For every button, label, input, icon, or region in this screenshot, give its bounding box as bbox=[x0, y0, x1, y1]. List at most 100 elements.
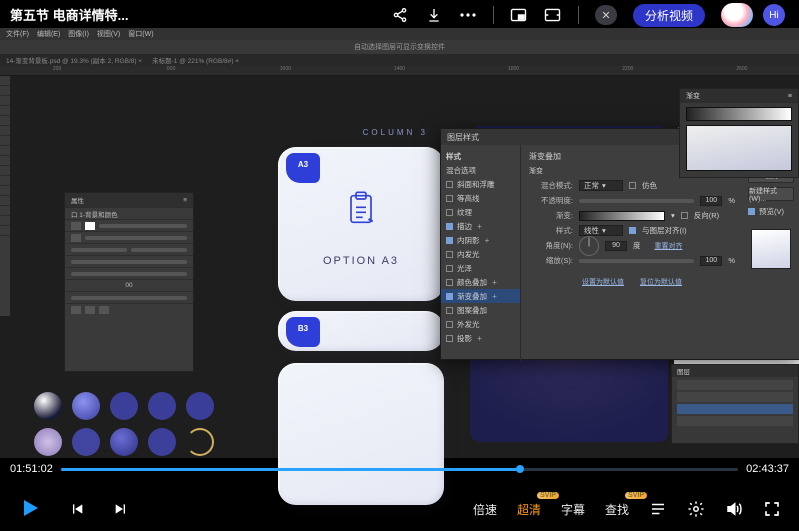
svip-badge: SVIP bbox=[625, 492, 647, 499]
preview-label: 预览(V) bbox=[759, 206, 784, 217]
reset-default: 复位为默认值 bbox=[640, 277, 682, 287]
style-list: 样式 混合选项 斜面和浮雕 等高线 纹理 描边+ 内阴影+ 内发光 光泽 颜色叠… bbox=[441, 145, 521, 361]
blend-select: 正常▾ bbox=[579, 180, 623, 191]
card-label: OPTION A3 bbox=[278, 255, 444, 267]
progress-fill bbox=[61, 468, 520, 471]
divider bbox=[493, 6, 494, 24]
gradient-preview bbox=[579, 211, 665, 221]
ps-tab: 14-渐变背景板.psd @ 19.3% (副本 2, RGB/8) × bbox=[6, 55, 142, 65]
panel-menu-icon: ≡ bbox=[183, 197, 187, 204]
gradient-preview-large bbox=[686, 125, 792, 171]
layer-item: 口 1-背景和颜色 bbox=[71, 209, 118, 219]
ps-menu-item: 编辑(E) bbox=[37, 29, 60, 39]
controls-left bbox=[18, 496, 130, 523]
style-item: 描边+ bbox=[441, 219, 520, 233]
divider bbox=[578, 6, 579, 24]
option-card-b3: B3 bbox=[278, 311, 444, 351]
swatch bbox=[34, 428, 62, 456]
style-item: 颜色叠加+ bbox=[441, 275, 520, 289]
style-item: 纹理 bbox=[441, 205, 520, 219]
layer-row bbox=[677, 392, 793, 402]
ps-layers-panel: 图层 bbox=[671, 364, 799, 444]
swatch bbox=[186, 392, 214, 420]
panel-menu-icon: ≡ bbox=[788, 93, 792, 100]
panel-title: 属性 bbox=[71, 195, 84, 205]
layer-row bbox=[677, 380, 793, 390]
swatch bbox=[148, 428, 176, 456]
clipboard-icon bbox=[341, 189, 381, 229]
ps-ruler: 200 600 1000 1400 1800 2200 2600 bbox=[0, 66, 799, 76]
progress-knob[interactable] bbox=[516, 465, 524, 473]
style-item-selected: 渐变叠加+ bbox=[441, 289, 520, 303]
swatch bbox=[110, 428, 138, 456]
color-swatch-grid bbox=[34, 392, 214, 456]
style-item: 外发光 bbox=[441, 317, 520, 331]
panel-value: 00 bbox=[125, 282, 132, 289]
style-item: 内阴影+ bbox=[441, 233, 520, 247]
download-icon[interactable] bbox=[425, 6, 443, 24]
close-button[interactable]: ✕ bbox=[595, 5, 617, 25]
avatar[interactable] bbox=[721, 3, 753, 27]
swatch bbox=[110, 392, 138, 420]
progress-bar[interactable] bbox=[61, 468, 738, 471]
style-head: 样式 bbox=[441, 149, 520, 163]
fullscreen-icon[interactable] bbox=[763, 500, 781, 518]
card-column: COLUMN 3 A3 OPTION A3 B3 bbox=[278, 128, 446, 505]
layer-row bbox=[677, 416, 793, 426]
gradient-bar bbox=[686, 107, 792, 121]
card-tag: A3 bbox=[286, 153, 320, 183]
option-card-a3: A3 OPTION A3 bbox=[278, 147, 444, 301]
angle-wheel bbox=[579, 236, 599, 256]
settings-icon[interactable] bbox=[687, 500, 705, 518]
speed-button[interactable]: 倍速 bbox=[473, 501, 497, 518]
swatch bbox=[72, 392, 100, 420]
style-item: 图案叠加 bbox=[441, 303, 520, 317]
style-item: 投影+ bbox=[441, 331, 520, 345]
swatch bbox=[72, 428, 100, 456]
controls-right: 倍速 超清SVIP 字幕 查找SVIP bbox=[473, 500, 781, 518]
style-item: 混合选项 bbox=[441, 163, 520, 177]
ps-menu-item: 窗口(W) bbox=[128, 29, 153, 39]
ps-menu-item: 视图(V) bbox=[97, 29, 120, 39]
time-duration: 02:43:37 bbox=[746, 463, 789, 475]
style-item: 光泽 bbox=[441, 261, 520, 275]
style-item: 斜面和浮雕 bbox=[441, 177, 520, 191]
swatch bbox=[34, 392, 62, 420]
dialog-title: 图层样式 bbox=[447, 132, 479, 143]
more-icon[interactable] bbox=[459, 6, 477, 24]
card-tag: B3 bbox=[286, 317, 320, 347]
ps-tab: 未标题-1 @ 221% (RGB/8#) × bbox=[152, 55, 239, 65]
next-button[interactable] bbox=[112, 500, 130, 518]
video-frame: 文件(F) 编辑(E) 图像(I) 视图(V) 窗口(W) 自动选择图层可显示变… bbox=[0, 28, 799, 458]
layer-row bbox=[677, 404, 793, 414]
ps-options-bar: 自动选择图层可显示变换控件 bbox=[0, 40, 799, 54]
pip-icon[interactable] bbox=[510, 6, 528, 24]
player-top-bar: 第五节 电商详情特... ✕ 分析视频 Hi bbox=[0, 0, 799, 28]
style-item: 等高线 bbox=[441, 191, 520, 205]
newstyle-button: 新建样式(W)... bbox=[748, 187, 794, 201]
svip-badge: SVIP bbox=[537, 492, 559, 499]
playlist-icon[interactable] bbox=[649, 500, 667, 518]
search-button[interactable]: 查找SVIP bbox=[605, 501, 629, 518]
style-item: 内发光 bbox=[441, 247, 520, 261]
ps-toolbar bbox=[0, 76, 10, 316]
subtitle-button[interactable]: 字幕 bbox=[561, 501, 585, 518]
preview-swatch bbox=[751, 229, 791, 269]
swatch bbox=[148, 392, 176, 420]
volume-icon[interactable] bbox=[725, 500, 743, 518]
share-icon[interactable] bbox=[391, 6, 409, 24]
play-button[interactable] bbox=[18, 496, 42, 523]
theater-icon[interactable] bbox=[544, 6, 562, 24]
set-default: 设置为默认值 bbox=[582, 277, 624, 287]
top-icon-group: ✕ 分析视频 Hi bbox=[391, 3, 785, 27]
ps-menu-item: 图像(I) bbox=[68, 29, 89, 39]
quality-button[interactable]: 超清SVIP bbox=[517, 501, 541, 518]
time-current: 01:51:02 bbox=[10, 463, 53, 475]
ps-gradient-panel: 渐变≡ bbox=[679, 88, 799, 178]
analyze-video-button[interactable]: 分析视频 bbox=[633, 4, 705, 27]
prev-button[interactable] bbox=[68, 500, 86, 518]
ps-menu-item: 文件(F) bbox=[6, 29, 29, 39]
player-controls: 倍速 超清SVIP 字幕 查找SVIP bbox=[0, 487, 799, 531]
option-card-blank bbox=[278, 363, 444, 505]
ps-menu-bar: 文件(F) 编辑(E) 图像(I) 视图(V) 窗口(W) bbox=[0, 28, 799, 40]
